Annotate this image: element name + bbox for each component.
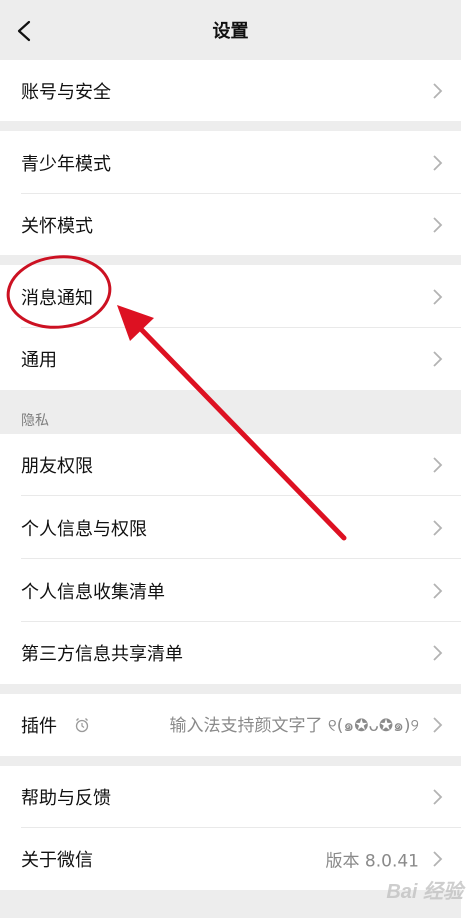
settings-row-youth-mode[interactable]: 青少年模式 xyxy=(0,131,461,194)
chevron-right-icon xyxy=(433,154,443,171)
chevron-right-icon xyxy=(433,457,443,473)
settings-row-info-collection[interactable]: 个人信息收集清单 xyxy=(0,559,461,622)
settings-row-account-security[interactable]: 账号与安全 xyxy=(0,60,461,121)
plugin-status-text: 输入法支持颜文字了 ୧(๑✪ᴗ✪๑)୨ xyxy=(169,716,419,736)
settings-row-plugins[interactable]: 插件 输入法支持颜文字了 ୧(๑✪ᴗ✪๑)୨ xyxy=(0,694,461,756)
chevron-right-icon xyxy=(433,82,443,99)
alarm-clock-icon xyxy=(75,718,89,733)
row-label: 关怀模式 xyxy=(21,215,93,237)
chevron-right-icon xyxy=(433,717,443,733)
page-title: 设置 xyxy=(212,21,249,42)
top-bar: 设置 xyxy=(0,0,461,60)
version-text: 版本 8.0.41 xyxy=(325,851,419,872)
settings-row-notifications[interactable]: 消息通知 xyxy=(0,265,461,328)
section-title-privacy: 隐私 xyxy=(21,413,49,429)
settings-row-general[interactable]: 通用 xyxy=(0,328,461,390)
chevron-right-icon xyxy=(433,288,443,305)
row-label: 朋友权限 xyxy=(21,456,93,477)
chevron-right-icon xyxy=(433,519,443,536)
row-label: 关于微信 xyxy=(21,850,93,871)
chevron-right-icon xyxy=(433,582,443,599)
chevron-right-icon xyxy=(433,851,443,867)
row-label: 插件 xyxy=(21,716,57,737)
row-label: 第三方信息共享清单 xyxy=(21,644,183,665)
row-label: 账号与安全 xyxy=(21,81,111,103)
row-label: 通用 xyxy=(21,350,57,371)
row-label: 青少年模式 xyxy=(21,153,111,175)
settings-row-care-mode[interactable]: 关怀模式 xyxy=(0,194,461,255)
chevron-right-icon xyxy=(433,789,443,805)
settings-row-personal-info[interactable]: 个人信息与权限 xyxy=(0,496,461,559)
row-label: 个人信息收集清单 xyxy=(21,581,165,603)
chevron-right-icon xyxy=(433,645,443,661)
settings-screen: 设置 账号与安全 青少年模式 关怀模式 消息通知 通用 隐私 朋友权限 个人信息… xyxy=(0,0,461,918)
page-margin xyxy=(461,0,475,918)
row-label: 帮助与反馈 xyxy=(21,788,111,809)
row-label: 个人信息与权限 xyxy=(21,518,147,540)
chevron-right-icon xyxy=(433,216,443,233)
chevron-right-icon xyxy=(433,351,443,367)
settings-row-help-feedback[interactable]: 帮助与反馈 xyxy=(0,766,461,828)
watermark: Bai 经验 xyxy=(386,881,463,903)
row-label: 消息通知 xyxy=(21,287,93,309)
settings-row-third-party-sharing[interactable]: 第三方信息共享清单 xyxy=(0,622,461,684)
settings-row-friend-permissions[interactable]: 朋友权限 xyxy=(0,434,461,496)
